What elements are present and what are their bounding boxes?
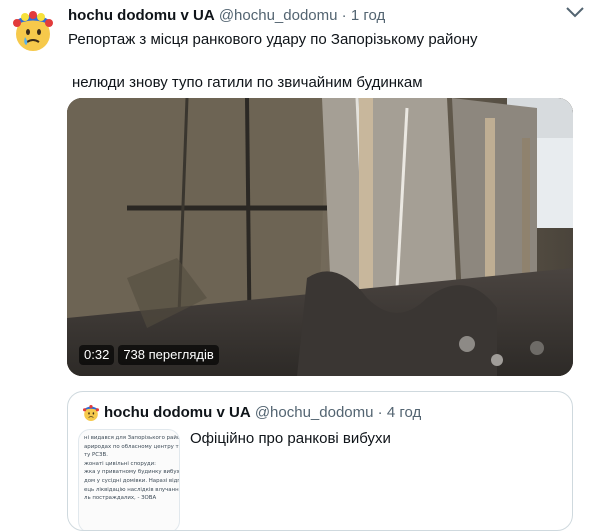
quoted-display-name: hochu dodomu v UA <box>104 404 251 421</box>
avatar-emoji-icon <box>13 11 53 51</box>
quoted-tweet[interactable]: hochu dodomu v UA @hochu_dodomu · 4 год … <box>67 391 573 531</box>
handle[interactable]: @hochu_dodomu <box>219 7 338 24</box>
tweet-text-line-1: Репортаж з місця ранкового удару по Запо… <box>68 31 478 48</box>
quoted-avatar <box>81 403 101 423</box>
tweet-text-line-2: нелюди знову тупо гатили по звичайним бу… <box>72 74 423 91</box>
video-views: 738 переглядів <box>118 345 219 365</box>
display-name[interactable]: hochu dodomu v UA <box>68 7 215 24</box>
video-player[interactable] <box>67 98 573 376</box>
more-options-caret-icon[interactable] <box>564 4 586 24</box>
thumbnail-text-line: ні видався для Запорізького району <box>84 435 179 441</box>
quoted-handle: @hochu_dodomu <box>254 404 374 421</box>
thumbnail-text-line: жонаті цивільні споруди: <box>84 460 156 467</box>
quoted-tweet-header: hochu dodomu v UA @hochu_dodomu · 4 год <box>104 403 421 423</box>
quoted-timestamp: 4 год <box>386 404 422 421</box>
thumbnail-text-line: жка у приватному будинку вибуховою <box>84 469 179 476</box>
quoted-tweet-text: Офіційно про ранкові вибухи <box>190 430 391 447</box>
tweet[interactable]: hochu dodomu v UA @hochu_dodomu · 1 год … <box>0 0 600 531</box>
thumbnail-text-line: ариродах по обласному центру та по <box>84 443 179 450</box>
thumbnail-text-line: дом у сусідні домівки. Наразі відповідні… <box>84 477 179 484</box>
quoted-separator: · <box>377 404 383 421</box>
quoted-media-thumbnail[interactable]: ні видався для Запорізького району ариро… <box>78 429 180 530</box>
video-frame <box>67 98 573 376</box>
avatar[interactable] <box>8 6 58 56</box>
timestamp[interactable]: 1 год <box>351 7 385 24</box>
thumbnail-text-line: ль постраждалих, - ЗОВА <box>84 495 157 502</box>
thumbnail-text-line: ець ліквідацію наслідків влучання ві <box>84 486 179 493</box>
avatar-emoji-icon <box>83 405 99 421</box>
separator: · <box>341 7 347 24</box>
tweet-header: hochu dodomu v UA @hochu_dodomu · 1 год <box>68 6 385 26</box>
thumbnail-text-line: ту РСЗВ. <box>84 452 108 459</box>
video-duration: 0:32 <box>79 345 115 365</box>
video-badges: 0:32 738 переглядів <box>79 345 219 365</box>
